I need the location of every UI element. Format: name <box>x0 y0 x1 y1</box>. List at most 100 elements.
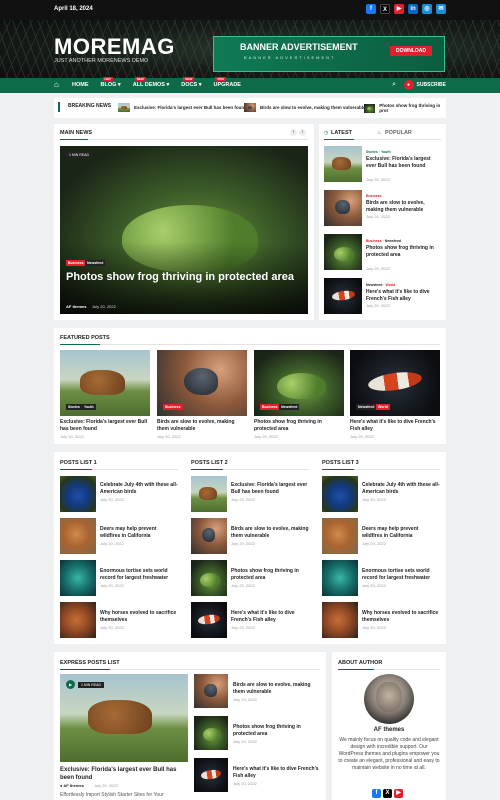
banner-download-button[interactable]: DOWNLOAD <box>390 46 432 56</box>
post-thumbnail[interactable] <box>322 602 358 638</box>
pro-badge: PRO <box>215 77 226 81</box>
author-avatar[interactable] <box>364 674 414 724</box>
express-main-title[interactable]: Exclusive: Florida's largest ever Bull h… <box>60 766 188 782</box>
tab-popular[interactable]: POPULAR <box>385 130 412 136</box>
post-thumbnail[interactable] <box>60 476 96 512</box>
post-title[interactable]: Here's what it's like to dive French's F… <box>231 610 309 624</box>
home-icon[interactable]: ⌂ <box>54 80 64 90</box>
search-icon[interactable]: ⌕ <box>392 81 396 89</box>
category-tag[interactable]: Youth <box>82 404 96 410</box>
post-thumbnail[interactable] <box>322 476 358 512</box>
subscribe-button[interactable]: ● SUBSCRIBE <box>403 80 446 90</box>
post-title[interactable]: Photos show frog thriving in protected a… <box>233 724 321 738</box>
post-thumbnail[interactable] <box>191 602 227 638</box>
nav-item-all-demos[interactable]: ALL DEMOS ▾ NEW <box>133 77 169 88</box>
author-name[interactable]: AF themes <box>332 727 446 733</box>
post-thumbnail[interactable] <box>194 716 228 750</box>
nav-item-blog[interactable]: BLOG ▾ HOT <box>101 77 121 88</box>
tag-label: Stories <box>366 150 378 154</box>
nav-item-upgrade[interactable]: UPGRADE PRO <box>213 77 241 88</box>
breaking-item[interactable]: Photos show frog thriving in prot <box>364 103 446 113</box>
facebook-icon[interactable]: f <box>366 4 376 14</box>
category-tag[interactable]: Newsfeed <box>356 404 377 410</box>
breaking-thumbnail <box>244 103 256 112</box>
post-title[interactable]: Celebrate July 4th with these all-Americ… <box>100 482 178 496</box>
nav-item-docs[interactable]: DOCS ▾ NEW <box>181 77 201 88</box>
category-tag[interactable]: Stories <box>66 404 82 410</box>
tab-latest[interactable]: LATEST <box>331 130 352 136</box>
author-name[interactable]: ● AF themes <box>60 783 84 788</box>
post-thumbnail[interactable] <box>194 674 228 708</box>
category-tag[interactable]: World <box>376 404 390 410</box>
post-title[interactable]: Here's what it's like to dive French's F… <box>233 766 321 780</box>
category-tag[interactable]: Newsfeed <box>279 404 300 410</box>
breaking-item[interactable]: Exclusive: Florida's largest ever Bull h… <box>118 103 247 112</box>
category-tag[interactable]: Newsfeed · World <box>366 283 395 287</box>
latest-thumbnail[interactable] <box>324 146 362 182</box>
banner-advertisement[interactable]: BANNER ADVERTISEMENT BANNER ADVERTISEMEN… <box>213 36 445 72</box>
category-tag[interactable]: Stories · Youth <box>366 150 391 154</box>
x-icon[interactable]: X <box>380 4 390 14</box>
featured-title[interactable]: Birds are slow to evolve, making them vu… <box>157 419 247 433</box>
post-title[interactable]: Enormous tortise sets world record for l… <box>362 568 440 582</box>
post-title[interactable]: Birds are slow to evolve, making them vu… <box>231 526 309 540</box>
post-title[interactable]: Enormous tortise sets world record for l… <box>100 568 178 582</box>
category-tag[interactable]: Business <box>66 260 86 266</box>
post-thumbnail[interactable] <box>60 560 96 596</box>
post-title[interactable]: Celebrate July 4th with these all-Americ… <box>362 482 440 496</box>
youtube-icon[interactable]: ▶ <box>394 789 403 798</box>
latest-thumbnail[interactable] <box>324 278 362 314</box>
category-tag[interactable]: Business <box>163 404 183 410</box>
play-icon[interactable]: ▶ <box>66 680 75 689</box>
linkedin-icon[interactable]: in <box>408 4 418 14</box>
breaking-item[interactable]: Birds are slow to evolve, making them vu… <box>244 103 366 112</box>
featured-title[interactable]: Photos show frog thriving in protected a… <box>254 419 344 433</box>
post-title[interactable]: Photos show frog thriving in protected a… <box>231 568 309 582</box>
post-date: July 20, 2022 <box>366 303 390 308</box>
post-thumbnail[interactable] <box>191 560 227 596</box>
post-title[interactable]: Exclusive: Florida's largest ever Bull h… <box>231 482 309 496</box>
facebook-icon[interactable]: f <box>372 789 381 798</box>
category-tag[interactable]: Business <box>260 404 280 410</box>
nav-label: UPGRADE <box>213 82 241 88</box>
latest-thumbnail[interactable] <box>324 190 362 226</box>
social-links: f X ▶ in ◎ ✉ <box>366 4 446 14</box>
new-badge: NEW <box>134 77 146 81</box>
latest-item-title[interactable]: Here's what it's like to dive French's F… <box>366 289 442 303</box>
x-icon[interactable]: X <box>383 789 392 798</box>
prev-arrow-icon[interactable]: ‹ <box>290 129 297 136</box>
latest-item-title[interactable]: Exclusive: Florida's largest ever Bull h… <box>366 156 442 170</box>
featured-title[interactable]: Exclusive: Florida's largest ever Bull h… <box>60 419 150 433</box>
post-title[interactable]: Deers may help prevent wildfires in Cali… <box>100 526 178 540</box>
category-tag[interactable]: Business · Newsfeed <box>366 239 401 243</box>
latest-thumbnail[interactable] <box>324 234 362 270</box>
post-title[interactable]: Birds are slow to evolve, making them vu… <box>233 682 321 696</box>
category-tag[interactable]: Business <box>366 194 382 198</box>
post-title[interactable]: Deers may help prevent wildfires in Cali… <box>362 526 440 540</box>
instagram-icon[interactable]: ◎ <box>422 4 432 14</box>
site-logo[interactable]: MOREMAG <box>54 34 175 60</box>
next-arrow-icon[interactable]: › <box>299 129 306 136</box>
email-icon[interactable]: ✉ <box>436 4 446 14</box>
latest-item-title[interactable]: Birds are slow to evolve, making them vu… <box>366 200 442 214</box>
latest-item-title[interactable]: Photos show frog thriving in protected a… <box>366 245 442 259</box>
post-date: July 20, 2022 <box>366 266 390 271</box>
post-thumbnail[interactable] <box>191 518 227 554</box>
post-thumbnail[interactable] <box>194 758 228 792</box>
category-tag[interactable]: Newsfeed <box>85 260 106 266</box>
post-date: July 20, 2022 <box>231 497 255 502</box>
post-title[interactable]: Why horses evolved to sacrifice themselv… <box>362 610 440 624</box>
post-thumbnail[interactable] <box>322 518 358 554</box>
author-name[interactable]: AF themes <box>66 304 86 309</box>
featured-title[interactable]: Here's what it's like to dive French's F… <box>350 419 440 433</box>
post-thumbnail[interactable] <box>191 476 227 512</box>
main-news-headline[interactable]: Photos show frog thriving in protected a… <box>66 270 296 284</box>
nav-item-home[interactable]: HOME <box>72 82 89 88</box>
post-date: July 20, 2022 <box>60 434 84 439</box>
youtube-icon[interactable]: ▶ <box>394 4 404 14</box>
post-thumbnail[interactable] <box>60 602 96 638</box>
banner-subtitle: BANNER ADVERTISEMENT <box>244 55 336 60</box>
post-thumbnail[interactable] <box>322 560 358 596</box>
post-title[interactable]: Why horses evolved to sacrifice themselv… <box>100 610 178 624</box>
post-thumbnail[interactable] <box>60 518 96 554</box>
